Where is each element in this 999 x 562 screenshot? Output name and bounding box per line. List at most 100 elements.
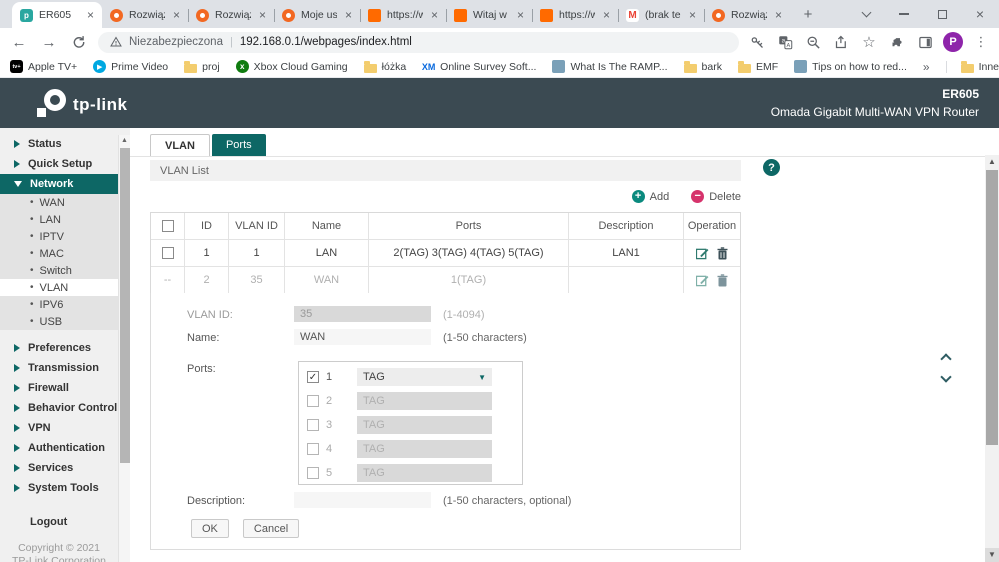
add-button[interactable]: + Add xyxy=(632,190,670,203)
bookmark-lozka-folder[interactable]: łóżka xyxy=(364,61,407,73)
zoom-out-icon[interactable] xyxy=(803,32,823,52)
reload-button[interactable] xyxy=(68,31,90,53)
browser-tab-er605[interactable]: p ER605 × xyxy=(12,2,102,28)
bookmark-star-icon[interactable]: ☆ xyxy=(859,32,879,52)
sidebar-item-network[interactable]: Network xyxy=(0,174,130,194)
description-input[interactable] xyxy=(294,492,431,508)
bookmark-appletv[interactable]: tv+ Apple TV+ xyxy=(10,60,77,73)
port-1-mode-select[interactable]: TAG ▼ xyxy=(357,368,492,386)
sidebar-item-vpn[interactable]: VPN xyxy=(0,418,118,438)
scroll-up-icon[interactable]: ▲ xyxy=(985,155,999,169)
url-text[interactable]: 192.168.0.1/webpages/index.html xyxy=(240,36,412,48)
side-panel-icon[interactable] xyxy=(915,32,935,52)
bookmark-xm[interactable]: XM Online Survey Soft... xyxy=(422,60,536,73)
tab-search-icon[interactable] xyxy=(847,0,885,28)
browser-tab-2[interactable]: Rozwiąza × xyxy=(188,2,274,28)
sidebar-subitem-ipv6[interactable]: •IPV6 xyxy=(0,296,130,313)
bookmark-proj-folder[interactable]: proj xyxy=(184,61,220,73)
page-scrollbar[interactable]: ▲ ▼ xyxy=(985,155,999,562)
port-2-checkbox[interactable] xyxy=(307,395,319,407)
extensions-puzzle-icon[interactable] xyxy=(887,32,907,52)
close-icon[interactable]: × xyxy=(429,8,440,22)
browser-tab-8[interactable]: Rozwiąza × xyxy=(704,2,790,28)
password-key-icon[interactable] xyxy=(747,32,767,52)
browser-tab-7[interactable]: M (brak ten × xyxy=(618,2,704,28)
close-icon[interactable]: × xyxy=(85,8,96,22)
sidebar-item-services[interactable]: Services xyxy=(0,458,118,478)
security-label[interactable]: Niezabezpieczona xyxy=(129,36,223,48)
minimize-button[interactable] xyxy=(885,0,923,28)
delete-button[interactable]: − Delete xyxy=(691,190,741,203)
browser-tab-3[interactable]: Moje ust × xyxy=(274,2,360,28)
page-scrollbar-thumb[interactable] xyxy=(986,170,998,445)
profile-avatar[interactable]: P xyxy=(943,32,963,52)
window-close-button[interactable]: × xyxy=(961,0,999,28)
chevron-up-icon[interactable] xyxy=(940,353,951,364)
close-icon[interactable]: × xyxy=(601,8,612,22)
sidebar-subitem-usb[interactable]: •USB xyxy=(0,313,130,330)
bookmark-xbox[interactable]: x Xbox Cloud Gaming xyxy=(236,60,348,73)
port-1-checkbox[interactable]: ✓ xyxy=(307,371,319,383)
browser-tab-1[interactable]: Rozwiąza × xyxy=(102,2,188,28)
name-input[interactable]: WAN xyxy=(294,329,431,345)
sidebar-subitem-lan[interactable]: •LAN xyxy=(0,211,130,228)
sidebar-item-authentication[interactable]: Authentication xyxy=(0,438,118,458)
close-icon[interactable]: × xyxy=(343,8,354,22)
port-4-checkbox[interactable] xyxy=(307,443,319,455)
browser-tab-4[interactable]: https://w × xyxy=(360,2,446,28)
restore-button[interactable] xyxy=(923,0,961,28)
help-icon[interactable]: ? xyxy=(763,159,780,176)
bookmark-emf-folder[interactable]: EMF xyxy=(738,61,778,73)
port-5-checkbox[interactable] xyxy=(307,467,319,479)
sidebar-subitem-switch[interactable]: •Switch xyxy=(0,262,130,279)
tab-vlan[interactable]: VLAN xyxy=(150,134,210,156)
bookmark-prime-video[interactable]: ▶ Prime Video xyxy=(93,60,168,73)
sidebar-item-status[interactable]: Status xyxy=(0,134,118,154)
sidebar-item-behavior-control[interactable]: Behavior Control xyxy=(0,398,118,418)
scroll-up-icon[interactable]: ▲ xyxy=(119,135,130,147)
sidebar-subitem-iptv[interactable]: •IPTV xyxy=(0,228,130,245)
browser-tab-6[interactable]: https://w × xyxy=(532,2,618,28)
chevron-down-icon[interactable] xyxy=(940,371,951,382)
sidebar-scrollbar[interactable]: ▲ xyxy=(118,135,130,562)
cancel-button[interactable]: Cancel xyxy=(243,519,299,538)
bookmarks-overflow-icon[interactable]: » xyxy=(923,60,930,74)
select-all-checkbox[interactable] xyxy=(162,220,174,232)
sidebar-subitem-vlan-selected[interactable]: •VLAN xyxy=(0,279,130,296)
edit-icon[interactable] xyxy=(696,274,709,287)
sidebar-item-transmission[interactable]: Transmission xyxy=(0,358,118,378)
share-icon[interactable] xyxy=(831,32,851,52)
address-bar[interactable]: Niezabezpieczona | 192.168.0.1/webpages/… xyxy=(98,32,739,53)
browser-tab-5[interactable]: Witaj w × xyxy=(446,2,532,28)
edit-icon[interactable] xyxy=(696,247,709,260)
close-icon[interactable]: × xyxy=(171,8,182,22)
logout-link[interactable]: Logout xyxy=(0,512,118,532)
close-icon[interactable]: × xyxy=(773,8,784,22)
bookmark-bark-folder[interactable]: bark xyxy=(684,61,722,73)
close-icon[interactable]: × xyxy=(515,8,526,22)
forward-button[interactable]: → xyxy=(38,31,60,53)
sidebar-scrollbar-thumb[interactable] xyxy=(120,148,130,463)
row-checkbox[interactable] xyxy=(162,247,174,259)
close-icon[interactable]: × xyxy=(257,8,268,22)
sidebar-subitem-mac[interactable]: •MAC xyxy=(0,245,130,262)
bookmark-tips[interactable]: Tips on how to red... xyxy=(794,60,907,73)
bookmark-other-bookmarks[interactable]: Inne zakładki xyxy=(946,61,999,73)
port-3-checkbox[interactable] xyxy=(307,419,319,431)
ok-button[interactable]: OK xyxy=(191,519,229,538)
trash-icon[interactable] xyxy=(717,274,728,287)
bookmark-ramp[interactable]: What Is The RAMP... xyxy=(552,60,667,73)
back-button[interactable]: ← xyxy=(8,31,30,53)
sidebar-item-system-tools[interactable]: System Tools xyxy=(0,478,118,498)
sidebar-item-firewall[interactable]: Firewall xyxy=(0,378,118,398)
trash-icon[interactable] xyxy=(717,247,728,260)
new-tab-button[interactable]: + xyxy=(796,2,820,26)
close-icon[interactable]: × xyxy=(687,8,698,22)
scroll-down-icon[interactable]: ▼ xyxy=(985,548,999,562)
sidebar-subitem-wan[interactable]: •WAN xyxy=(0,194,130,211)
translate-icon[interactable]: aA xyxy=(775,32,795,52)
browser-menu-icon[interactable]: ⋮ xyxy=(971,32,991,52)
sidebar-item-quick-setup[interactable]: Quick Setup xyxy=(0,154,118,174)
sidebar-item-preferences[interactable]: Preferences xyxy=(0,338,118,358)
tab-ports[interactable]: Ports xyxy=(212,134,266,156)
